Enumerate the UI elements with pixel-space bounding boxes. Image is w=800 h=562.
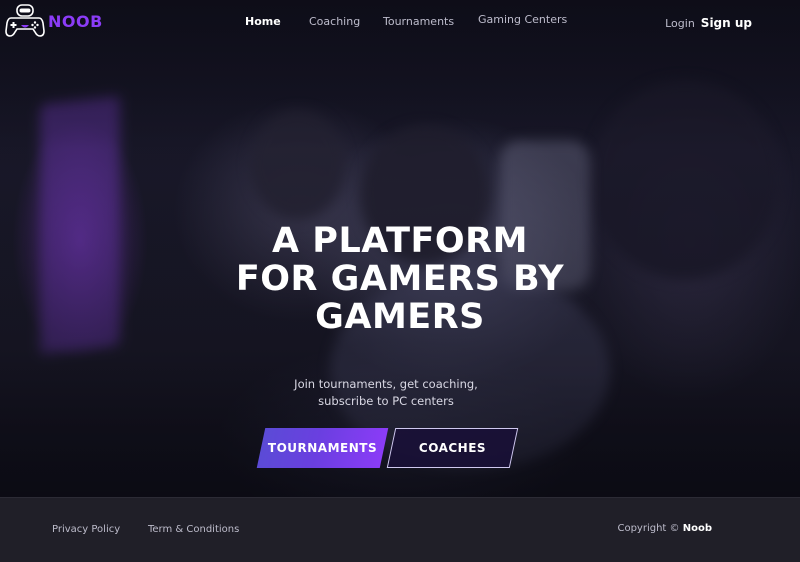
hero-headline-line: A PLATFORM	[272, 221, 528, 261]
coaches-button-label: COACHES	[418, 441, 487, 455]
hero-headline-line: FOR GAMERS BY	[235, 259, 565, 299]
hero-subtitle: Join tournaments, get coaching, subscrib…	[0, 376, 772, 410]
signup-link[interactable]: Sign up	[701, 16, 752, 30]
hero-headline-line: GAMERS	[315, 297, 485, 337]
brand-logo[interactable]: NOOB	[4, 3, 103, 39]
tournaments-button-label: TOURNAMENTS	[267, 441, 378, 455]
nav-link-coaching[interactable]: Coaching	[309, 15, 360, 28]
nav-link-home[interactable]: Home	[245, 15, 281, 28]
tournaments-button[interactable]: TOURNAMENTS	[256, 428, 389, 468]
copyright-brand: Noob	[682, 523, 712, 534]
gamepad-robot-icon	[5, 4, 45, 37]
coaches-button[interactable]: COACHES	[386, 428, 519, 468]
nav-link-gaming-centers[interactable]: Gaming Centers	[478, 13, 567, 26]
copyright-text: Copyright © Noob	[617, 523, 712, 534]
footer: Privacy Policy Term & Conditions Copyrig…	[0, 497, 800, 562]
login-link[interactable]: Login	[665, 17, 695, 30]
hero-subtitle-line: subscribe to PC centers	[318, 394, 454, 408]
hero-subtitle-line: Join tournaments, get coaching,	[294, 377, 478, 391]
copyright-prefix: Copyright ©	[617, 523, 680, 534]
hero-headline: A PLATFORM FOR GAMERS BY GAMERS	[0, 222, 800, 336]
privacy-policy-link[interactable]: Privacy Policy	[52, 524, 120, 535]
auth-links: Login Sign up	[665, 16, 752, 30]
nav-link-tournaments[interactable]: Tournaments	[383, 15, 454, 28]
terms-conditions-link[interactable]: Term & Conditions	[148, 524, 239, 535]
brand-name: NOOB	[48, 11, 103, 31]
top-nav: NOOB Home Coaching Tournaments Gaming Ce…	[0, 0, 800, 46]
